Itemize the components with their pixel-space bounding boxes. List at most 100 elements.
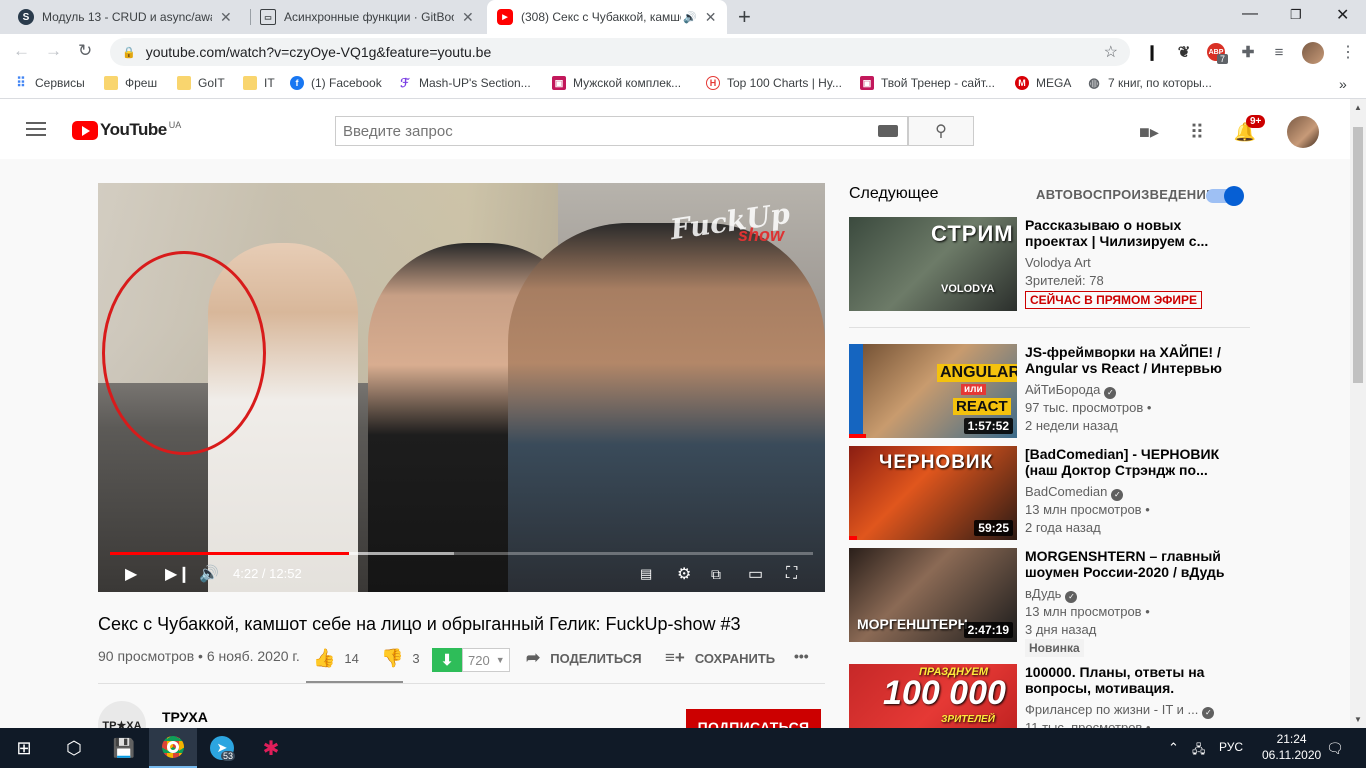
recommended-video[interactable]: ЧЕРНОВИК 59:25 [BadComedian] - ЧЕРНОВИК … xyxy=(849,446,1249,540)
browser-tab-1[interactable]: S Модуль 13 - CRUD и async/await ✕ xyxy=(8,0,248,34)
recommended-title[interactable]: JS-фреймворки на ХАЙПЕ! / Angular vs Rea… xyxy=(1025,344,1235,378)
search-box[interactable] xyxy=(335,116,908,146)
scrollbar-thumb[interactable] xyxy=(1353,127,1363,383)
recommended-title[interactable]: [BadComedian] - ЧЕРНОВИК (наш Доктор Стр… xyxy=(1025,446,1235,478)
more-actions-icon[interactable]: ••• xyxy=(794,648,809,664)
scroll-up-arrow-icon[interactable]: ▲ xyxy=(1354,103,1362,112)
browser-tab-3-active[interactable]: ▶ (308) Секс с Чубаккой, камшот 🔊 ✕ xyxy=(487,0,727,34)
theater-mode-icon[interactable]: ▭ xyxy=(748,565,763,583)
windows-start-icon[interactable]: ⊞ xyxy=(0,728,48,768)
minimize-icon[interactable]: — xyxy=(1242,5,1258,23)
apps-icon[interactable]: ⠿ xyxy=(1185,120,1209,144)
extension-tag-icon[interactable]: ❙ xyxy=(1143,43,1161,61)
recommended-video[interactable]: ANGULAR или REACT 1:57:52 JS-фреймворки … xyxy=(849,344,1249,438)
autoplay-toggle[interactable] xyxy=(1206,186,1244,206)
bookmark-star-icon[interactable]: ☆ xyxy=(1104,42,1118,62)
subtitles-icon[interactable]: ▤ xyxy=(640,565,652,583)
keyboard-icon[interactable] xyxy=(878,125,898,137)
video-thumbnail[interactable]: ANGULAR или REACT 1:57:52 xyxy=(849,344,1017,438)
volume-icon[interactable]: 🔊 xyxy=(199,565,219,583)
recommended-video[interactable]: ПРАЗДНУЕМ 100 000 ЗРИТЕЛЕЙ 100000. Планы… xyxy=(849,664,1249,728)
recommended-video[interactable]: МОРГЕНШТЕРН 2:47:19 MORGENSHTERN – главн… xyxy=(849,548,1249,658)
channel-name[interactable]: ТРУХА xyxy=(162,709,208,725)
recommended-channel[interactable]: вДудь ✓ xyxy=(1025,586,1078,603)
close-icon[interactable]: ✕ xyxy=(462,9,474,26)
recommended-channel[interactable]: АйТиБорода ✓ xyxy=(1025,382,1117,399)
mashup-icon: ℱ xyxy=(400,76,410,90)
bookmark-fresh[interactable]: Фреш xyxy=(104,76,157,90)
video-thumbnail[interactable]: ЧЕРНОВИК 59:25 xyxy=(849,446,1017,540)
slack-icon[interactable]: ✱ xyxy=(247,728,295,768)
network-icon[interactable]: 🖧 xyxy=(1192,740,1205,761)
bookmark-mashup[interactable]: ℱ Mash-UP's Section... xyxy=(398,76,530,90)
puzzle-icon[interactable]: ✚ xyxy=(1239,43,1257,61)
bookmark-7-books[interactable]: ◍ 7 книг, по которы... xyxy=(1087,75,1211,90)
share-button[interactable]: ➦ ПОДЕЛИТЬСЯ xyxy=(526,648,642,668)
recommended-channel[interactable]: Фрилансер по жизни - IT и ... ✓ xyxy=(1025,702,1215,719)
address-bar[interactable]: 🔒 youtube.com/watch?v=czyOye-VQ1g&featur… xyxy=(110,38,1130,66)
download-button[interactable]: ⬇ xyxy=(432,648,462,672)
back-arrow-icon[interactable]: ← xyxy=(13,41,30,61)
notification-center-icon[interactable]: 🗨 xyxy=(1326,740,1344,757)
chrome-logo xyxy=(162,736,184,758)
next-icon[interactable]: ▶❙ xyxy=(165,565,191,583)
bookmark-services[interactable]: ⠿ Сервисы xyxy=(14,75,84,90)
video-thumbnail[interactable]: СТРИМ VOLODYA xyxy=(849,217,1017,311)
bookmark-goit[interactable]: GoIT xyxy=(177,76,225,90)
recommended-channel[interactable]: BadComedian ✓ xyxy=(1025,484,1124,501)
media-queue-icon[interactable]: ≡ xyxy=(1270,43,1288,61)
play-icon[interactable]: ▶ xyxy=(125,565,137,583)
recommended-title[interactable]: MORGENSHTERN – главный шоумен России-202… xyxy=(1025,548,1235,580)
bookmarks-overflow[interactable]: » xyxy=(1339,76,1347,92)
close-icon[interactable]: ✕ xyxy=(220,9,232,26)
bookmark-facebook[interactable]: f (1) Facebook xyxy=(290,76,382,90)
avatar[interactable] xyxy=(1287,116,1319,148)
search-input[interactable] xyxy=(343,122,863,140)
video-thumbnail[interactable]: ПРАЗДНУЕМ 100 000 ЗРИТЕЛЕЙ xyxy=(849,664,1017,728)
language-indicator[interactable]: РУС xyxy=(1219,740,1243,754)
like-button[interactable]: 👍 14 xyxy=(313,648,359,669)
recommended-title[interactable]: Рассказываю о новых проектах | Чилизируе… xyxy=(1025,217,1235,249)
window-close-icon[interactable]: ✕ xyxy=(1336,5,1349,25)
scroll-down-arrow-icon[interactable]: ▼ xyxy=(1354,715,1362,724)
hamburger-menu-icon[interactable] xyxy=(26,122,46,138)
settings-gear-icon[interactable]: ⚙ xyxy=(677,565,691,583)
recommended-channel[interactable]: Volodya Art xyxy=(1025,255,1091,270)
bookmark-it[interactable]: IT xyxy=(243,76,275,90)
profile-avatar[interactable] xyxy=(1302,42,1324,64)
lock-icon[interactable]: 🔒 xyxy=(122,46,136,59)
dislike-button[interactable]: 👎 3 xyxy=(381,648,420,669)
save-disk-icon[interactable]: 💾 xyxy=(100,728,148,768)
telegram-icon[interactable]: ➤ xyxy=(198,728,246,768)
system-clock[interactable]: 21:24 06.11.2020 xyxy=(1262,731,1321,763)
reload-icon[interactable]: ↻ xyxy=(78,41,92,61)
forward-arrow-icon[interactable]: → xyxy=(45,41,62,61)
page-scrollbar[interactable]: ▲ ▼ xyxy=(1350,99,1366,728)
close-icon[interactable]: ✕ xyxy=(705,9,717,26)
unity-icon[interactable]: ⬡ xyxy=(50,728,98,768)
download-count[interactable]: 720 ▼ xyxy=(462,648,510,672)
browser-tab-2[interactable]: ▭ Асинхронные функции · GitBook ✕ xyxy=(250,0,486,34)
fullscreen-icon[interactable]: ⛶ xyxy=(786,565,797,583)
search-button[interactable]: ⚲ xyxy=(908,116,974,146)
chrome-icon[interactable] xyxy=(149,728,197,768)
restore-icon[interactable]: ❐ xyxy=(1290,7,1302,23)
video-player[interactable]: FuckUp show xyxy=(98,183,825,592)
video-thumbnail[interactable]: МОРГЕНШТЕРН 2:47:19 xyxy=(849,548,1017,642)
youtube-logo[interactable]: YouTube UA xyxy=(72,120,181,140)
new-tab-button[interactable]: + xyxy=(738,4,751,30)
save-button[interactable]: ≡+ СОХРАНИТЬ xyxy=(665,648,775,668)
speaker-icon[interactable]: 🔊 xyxy=(683,11,697,24)
bookmark-mega[interactable]: M MEGA xyxy=(1015,76,1071,90)
bookmark-trainer[interactable]: ▣ Твой Тренер - сайт... xyxy=(860,76,995,90)
video-progress-bar[interactable] xyxy=(110,552,813,555)
bookmark-top100[interactable]: H Top 100 Charts | Hy... xyxy=(706,76,842,90)
menu-dots-icon[interactable]: ⋮ xyxy=(1340,42,1356,62)
recommended-title[interactable]: 100000. Планы, ответы на вопросы, мотива… xyxy=(1025,664,1235,696)
recommended-video-live[interactable]: СТРИМ VOLODYA Рассказываю о новых проект… xyxy=(849,217,1249,317)
bookmark-mens-complex[interactable]: ▣ Мужской комплек... xyxy=(552,76,681,90)
miniplayer-icon[interactable]: ⧉ xyxy=(711,565,721,583)
extension-leaf-icon[interactable]: ❦ xyxy=(1175,43,1193,61)
tray-chevron-up-icon[interactable]: ⌃ xyxy=(1168,740,1179,756)
create-video-icon[interactable]: ■▸ xyxy=(1137,120,1161,144)
